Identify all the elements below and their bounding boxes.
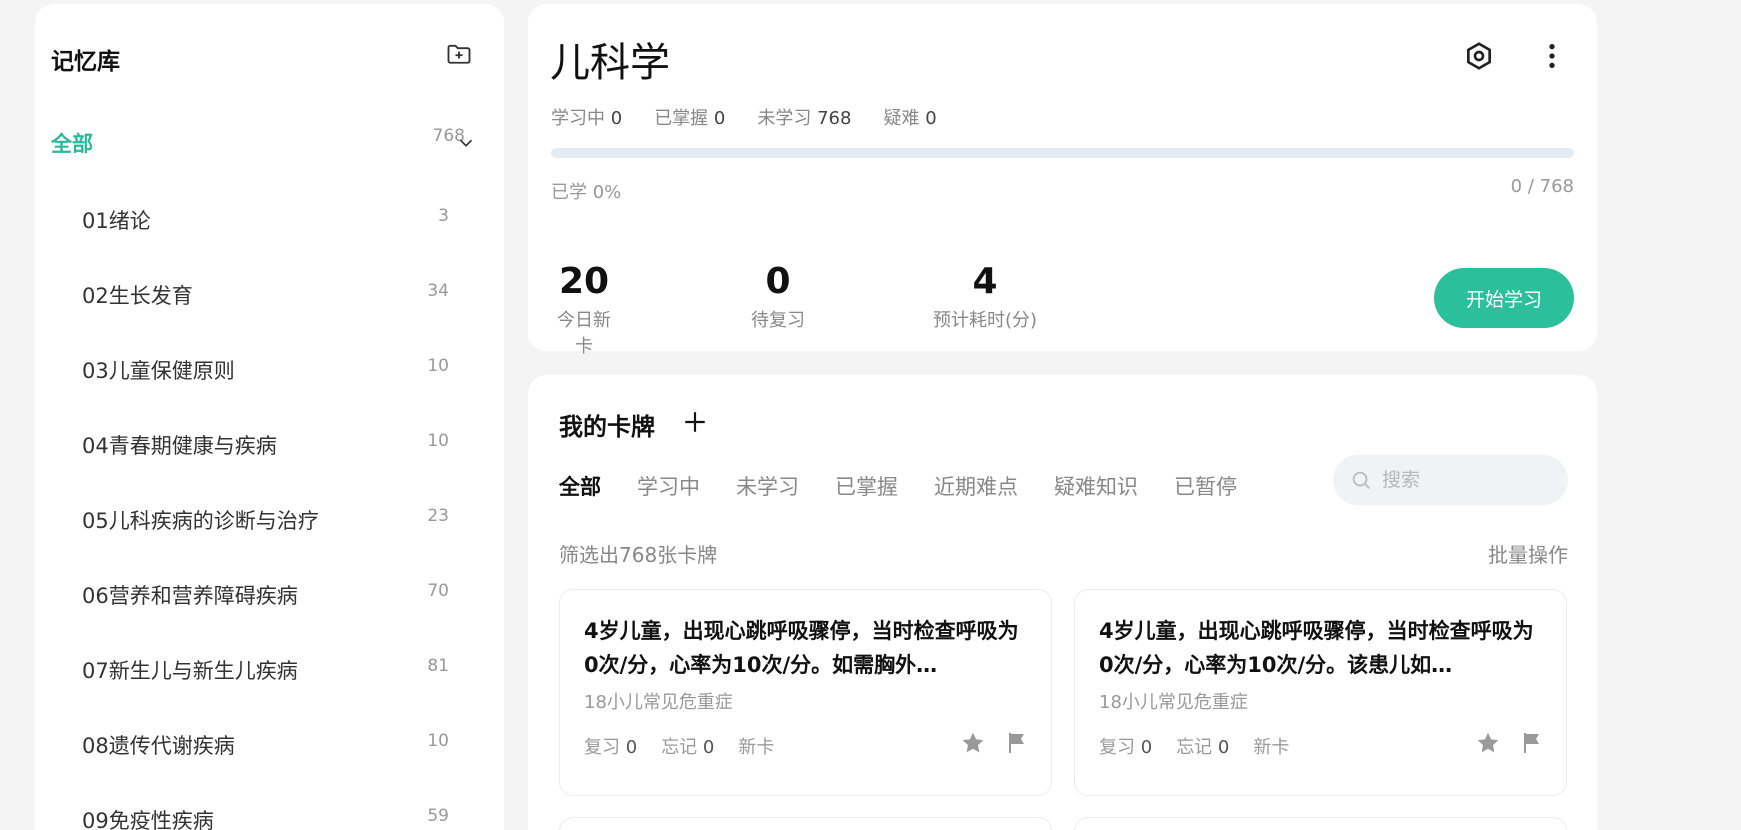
tab-recent-difficult[interactable]: 近期难点 [934,471,1018,501]
sidebar-item-count: 3 [438,206,449,226]
batch-operation-button[interactable]: 批量操作 [1488,539,1568,568]
card-status: 新卡 [1253,737,1290,758]
sidebar-item[interactable]: 01绪论 3 [35,182,504,257]
sidebar-item-count: 34 [427,281,449,301]
sidebar-item-label: 06营养和营养障碍疾病 [82,584,298,608]
sidebar-item-label: 04青春期健康与疾病 [82,434,277,458]
filter-result-text: 筛选出768张卡牌 [559,543,718,567]
progress-label: 已学 0% [551,182,622,203]
panel-title: 我的卡牌 [559,413,655,441]
card-filter-tabs: 全部 学习中 未学习 已掌握 近期难点 疑难知识 已暂停 [559,471,1237,501]
sidebar-item-label: 09免疫性疾病 [82,809,214,830]
metric-est-time-label: 预计耗时(分) [932,310,1038,331]
tab-difficult-knowledge[interactable]: 疑难知识 [1054,471,1138,501]
start-learning-button[interactable]: 开始学习 [1434,268,1574,328]
deck-overview-card: 儿科学 学习中 0 已掌握 0 未学习 768 疑难 0 已学 0% 0 / 7… [528,4,1597,357]
card-question: 4岁儿童，出现心跳呼吸骤停，当时检查呼吸为0次/分，心率为10次/分。该患儿如… [1099,619,1534,677]
card-forget-stat: 忘记 0 [1176,737,1230,758]
sidebar-item-label: 07新生儿与新生儿疾病 [82,659,298,683]
sidebar-item-count: 10 [427,431,449,451]
metric-review: 0 待复习 [748,262,808,332]
plus-icon[interactable] [682,409,708,435]
metric-new-today-value: 20 [558,261,610,302]
progress-count: 0 / 768 [1510,176,1574,197]
sidebar-item-label: 08遗传代谢疾病 [82,734,235,758]
metric-review-label: 待复习 [751,310,805,331]
sidebar-item-count: 70 [427,581,449,601]
stat-learning: 学习中 0 [551,108,623,129]
metric-new-today-label: 今日新卡 [557,310,611,357]
metric-new-today: 20 今日新卡 [550,262,618,358]
sidebar-item[interactable]: 08遗传代谢疾病 10 [35,707,504,782]
metric-est-time: 4 预计耗时(分) [930,262,1040,332]
search-icon [1352,471,1370,489]
sidebar-item-count: 10 [427,356,449,376]
sidebar-item[interactable]: 06营养和营养障碍疾病 70 [35,557,504,632]
card-tag: 18小儿常见危重症 [1099,692,1248,713]
tab-all[interactable]: 全部 [559,471,601,501]
metric-est-time-value: 4 [972,261,998,302]
sidebar-item[interactable]: 09免疫性疾病 59 [35,782,504,830]
sidebar-category-list: 01绪论 3 02生长发育 34 03儿童保健原则 10 04青春期健康与疾病 … [35,182,504,830]
sidebar-title: 记忆库 [51,49,120,75]
card-forget-stat: 忘记 0 [661,737,715,758]
sidebar-all[interactable]: 全部 [51,128,93,158]
sidebar-item-count: 81 [427,656,449,676]
sidebar-item[interactable]: 02生长发育 34 [35,257,504,332]
flag-icon[interactable] [1519,730,1543,756]
stat-unlearned: 未学习 768 [757,108,852,129]
star-icon[interactable] [1475,730,1501,756]
tab-paused[interactable]: 已暂停 [1174,471,1237,501]
card-meta: 复习 0 忘记 0 新卡 [1099,733,1289,759]
target-icon[interactable] [1463,40,1495,72]
search-box[interactable] [1333,455,1568,505]
card-tag: 18小儿常见危重症 [584,692,733,713]
sidebar-item-label: 03儿童保健原则 [82,359,235,383]
card-meta: 复习 0 忘记 0 新卡 [584,733,774,759]
flag-icon[interactable] [1004,730,1028,756]
stat-difficult: 疑难 0 [883,108,937,129]
star-icon[interactable] [960,730,986,756]
my-cards-panel: 我的卡牌 全部 学习中 未学习 已掌握 近期难点 疑难知识 已暂停 筛选出768… [528,375,1597,830]
sidebar-item-label: 05儿科疾病的诊断与治疗 [82,509,319,533]
search-input[interactable] [1380,468,1550,492]
card-review-stat: 复习 0 [1099,737,1153,758]
metric-review-value: 0 [765,261,791,302]
sidebar-item-label: 01绪论 [82,209,151,233]
card-item[interactable]: 4岁儿童，出现心跳呼吸骤停，当时检查呼吸为0次/分，心率为10次/分。如需胸外…… [559,589,1052,796]
deck-title: 儿科学 [550,40,670,86]
card-item[interactable] [559,817,1052,830]
sidebar-item-count: 23 [427,506,449,526]
card-review-stat: 复习 0 [584,737,638,758]
tab-unlearned[interactable]: 未学习 [736,471,799,501]
card-item[interactable]: 4岁儿童，出现心跳呼吸骤停，当时检查呼吸为0次/分，心率为10次/分。该患儿如…… [1074,589,1567,796]
sidebar-item-label: 02生长发育 [82,284,193,308]
sidebar-item[interactable]: 07新生儿与新生儿疾病 81 [35,632,504,707]
card-item[interactable] [1074,817,1567,830]
sidebar-item-count: 59 [427,806,449,826]
card-question: 4岁儿童，出现心跳呼吸骤停，当时检查呼吸为0次/分，心率为10次/分。如需胸外… [584,619,1019,677]
chevron-down-icon[interactable] [455,132,477,154]
stat-mastered: 已掌握 0 [654,108,726,129]
sidebar-item[interactable]: 03儿童保健原则 10 [35,332,504,407]
add-folder-icon[interactable] [445,40,473,68]
deck-library-sidebar: 记忆库 全部 768 01绪论 3 02生长发育 34 03儿童保健原则 10 … [35,4,504,830]
more-vertical-icon[interactable] [1536,40,1568,72]
tab-mastered[interactable]: 已掌握 [835,471,898,501]
sidebar-item-count: 10 [427,731,449,751]
sidebar-item[interactable]: 04青春期健康与疾病 10 [35,407,504,482]
tab-learning[interactable]: 学习中 [637,471,700,501]
deck-stats: 学习中 0 已掌握 0 未学习 768 疑难 0 [551,104,937,130]
progress-bar [551,148,1574,158]
card-status: 新卡 [738,737,775,758]
sidebar-item[interactable]: 05儿科疾病的诊断与治疗 23 [35,482,504,557]
